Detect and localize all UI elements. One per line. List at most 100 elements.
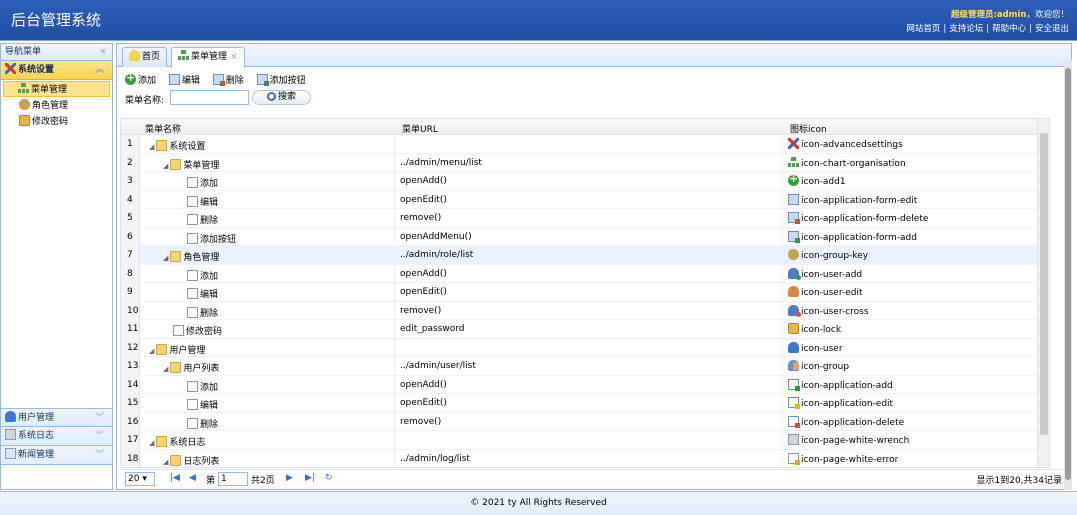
menu-name-text: 删除	[200, 419, 219, 430]
table-row[interactable]: 13 ◢ 用户列表 ../admin/user/list icon-group	[121, 357, 1049, 376]
edit-button[interactable]: 编辑	[168, 73, 200, 86]
expand-toggle-icon[interactable]: ◢	[163, 365, 168, 373]
collapse-left-icon[interactable]: «	[100, 44, 106, 60]
icon-class-text: icon-advancedsettings	[801, 140, 903, 150]
col-header-url[interactable]: 菜单URL	[402, 122, 438, 135]
table-row[interactable]: 7 ◢ 角色管理 ../admin/role/list icon-group-key	[121, 246, 1049, 265]
menu-url-cell: openEdit()	[400, 194, 447, 205]
accordion-news-manage[interactable]: 新闻管理 ︾	[1, 446, 112, 465]
expand-toggle-icon[interactable]: ◢	[163, 458, 168, 466]
table-row[interactable]: 9 编辑 openEdit() icon-user-edit	[121, 283, 1049, 302]
table-row[interactable]: 6 添加按钮 openAddMenu() icon-application-form-…	[121, 227, 1049, 246]
accordion-body: 菜单管理 角色管理 修改密码	[1, 81, 112, 408]
file-icon	[173, 325, 184, 336]
table-row[interactable]: 2 ◢ 菜单管理 ../admin/menu/list icon-chart-organ…	[121, 153, 1049, 172]
edit-button-label: 编辑	[181, 76, 200, 86]
page-scrollbar-thumb[interactable]	[1065, 68, 1071, 480]
sidebar-item-label: 角色管理	[32, 101, 69, 111]
icon-cell: icon-application-delete	[788, 415, 904, 428]
expand-toggle-icon[interactable]: ◢	[149, 439, 154, 447]
menu-name-text: 添加	[200, 271, 219, 282]
tab-menu-manage[interactable]: 菜单管理 ×	[171, 47, 245, 68]
search-button[interactable]: 搜索	[252, 90, 311, 105]
refresh-icon[interactable]: ↻	[325, 473, 333, 483]
row-number: 13	[121, 357, 140, 376]
menu-name-text: 删除	[200, 308, 219, 319]
accordion-system-log[interactable]: 系统日志 ︾	[1, 427, 112, 446]
table-row[interactable]: 14 添加 openAdd() icon-application-add	[121, 375, 1049, 394]
page-number-input[interactable]	[218, 472, 248, 486]
table-row[interactable]: 3 添加 openAdd() icon-add1	[121, 172, 1049, 191]
expand-toggle-icon[interactable]: ◢	[163, 254, 168, 262]
table-row[interactable]: 4 编辑 openEdit() icon-application-form-edit	[121, 190, 1049, 209]
sidebar-item-label: 菜单管理	[31, 85, 68, 95]
page-scrollbar[interactable]	[1064, 60, 1072, 490]
add-button[interactable]: 添加	[125, 71, 156, 86]
table-row[interactable]: 5 删除 remove() icon-application-form-delete	[121, 209, 1049, 228]
row-number: 14	[121, 375, 140, 394]
menu-url-cell: openAdd()	[400, 379, 447, 390]
col-header-icon[interactable]: 图标icon	[790, 122, 827, 135]
row-number: 7	[121, 246, 140, 265]
icon-cell: icon-user-cross	[788, 304, 869, 317]
icon-class-text: icon-group-key	[801, 251, 869, 261]
sidebar-item-change-password[interactable]: 修改密码	[1, 114, 112, 130]
user-cross-icon	[788, 304, 801, 317]
prev-page-icon[interactable]: ◀	[189, 473, 196, 483]
menu-url-cell: openAdd()	[400, 268, 447, 279]
table-row[interactable]: 17 ◢ 系统日志 icon-page-white-wrench	[121, 431, 1049, 450]
copyright: © 2021 ty All Rights Reserved	[470, 498, 607, 508]
grid-scrollbar[interactable]	[1037, 119, 1049, 467]
table-row[interactable]: 12 ◢ 用户管理 icon-user	[121, 338, 1049, 357]
sidebar: 导航菜单 « 系统设置 ︽ 菜单管理 角色管理 修改密码 用户管理 ︾ 系统日志 ︾ 新…	[0, 43, 113, 490]
accordion-user-manage[interactable]: 用户管理 ︾	[1, 408, 112, 427]
sidebar-item-role-manage[interactable]: 角色管理	[1, 98, 112, 114]
page-size-select[interactable]: 20 ▾	[125, 472, 155, 486]
icon-cell: icon-application-add	[788, 378, 893, 391]
table-row[interactable]: 10 删除 remove() icon-user-cross	[121, 301, 1049, 320]
link-logout[interactable]: 安全退出	[1035, 24, 1069, 34]
sidebar-item-menu-manage[interactable]: 菜单管理	[3, 81, 110, 97]
wrench-icon	[5, 429, 16, 440]
menu-name-input[interactable]	[170, 90, 249, 105]
tab-home[interactable]: 首页	[122, 47, 168, 67]
application-edit-icon	[788, 397, 800, 409]
link-forum[interactable]: 支持论坛	[949, 24, 983, 34]
table-row[interactable]: 18 ◢ 日志列表 ../admin/log/list icon-page-white-…	[121, 449, 1049, 467]
grid-scrollbar-thumb[interactable]	[1040, 133, 1048, 435]
close-icon[interactable]: ×	[230, 52, 238, 62]
table-row[interactable]: 1 ◢ 系统设置 icon-advancedsettings	[121, 135, 1049, 154]
grid-header: 菜单名称 菜单URL 图标icon	[121, 119, 1049, 135]
row-number: 18	[121, 449, 140, 467]
icon-cell: icon-user	[788, 341, 843, 354]
accordion-system-settings[interactable]: 系统设置 ︽	[1, 61, 112, 80]
expand-toggle-icon[interactable]: ◢	[149, 143, 154, 151]
link-help[interactable]: 帮助中心	[992, 24, 1026, 34]
table-row[interactable]: 16 删除 remove() icon-application-delete	[121, 412, 1049, 431]
icon-cell: icon-lock	[788, 323, 841, 335]
icon-cell: icon-group-key	[788, 249, 868, 261]
menu-name-cell: 删除	[187, 306, 218, 319]
group-icon	[788, 360, 799, 371]
expand-toggle-icon[interactable]: ◢	[163, 162, 168, 170]
last-page-icon[interactable]: ▶|	[305, 473, 315, 483]
menu-name-cell: 编辑	[187, 287, 218, 300]
search-label: 菜单名称:	[125, 96, 165, 106]
menu-url-cell: remove()	[400, 305, 442, 316]
add-menu-button[interactable]: 添加按钮	[256, 73, 306, 86]
next-page-icon[interactable]: ▶	[286, 473, 293, 483]
expand-toggle-icon[interactable]: ◢	[149, 347, 154, 355]
page-white-error-icon	[788, 452, 800, 465]
table-row[interactable]: 8 添加 openAdd() icon-user-add	[121, 264, 1049, 283]
table-row[interactable]: 11 修改密码 edit_password icon-lock	[121, 320, 1049, 339]
col-header-name[interactable]: 菜单名称	[145, 122, 181, 135]
link-home[interactable]: 网站首页	[906, 24, 940, 34]
table-row[interactable]: 15 编辑 openEdit() icon-application-edit	[121, 394, 1049, 413]
toolbar: 添加 编辑 删除 添加按钮	[117, 67, 1071, 88]
first-page-icon[interactable]: |◀	[170, 473, 180, 483]
edit-icon	[168, 74, 180, 85]
total-pages: 共2页	[251, 476, 275, 486]
delete-button[interactable]: 删除	[212, 73, 244, 86]
user-name: 超级管理员:admin	[950, 10, 1027, 20]
file-icon	[187, 232, 198, 244]
